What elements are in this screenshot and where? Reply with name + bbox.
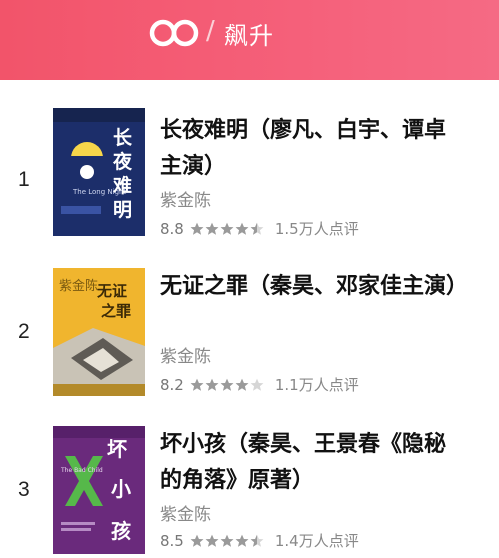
rating-stars xyxy=(190,378,265,392)
star-icon xyxy=(205,534,219,547)
star-icon xyxy=(250,222,264,235)
book-cover-3[interactable]: 坏 小 孩 The Bad Child xyxy=(53,426,145,554)
book-cover-1[interactable]: The Long Night 长 夜 难 明 xyxy=(53,108,145,236)
page-title: 飙升 xyxy=(224,22,274,50)
rating-row: 8.8 1.5万人点评 xyxy=(160,218,359,239)
star-icon xyxy=(250,378,264,391)
book-author[interactable]: 紫金陈 xyxy=(160,186,211,211)
svg-text:The Bad Child: The Bad Child xyxy=(60,467,103,474)
book-cover-2[interactable]: 紫金陈 无证 之罪 xyxy=(53,268,145,396)
book-item-2[interactable]: 2 紫金陈 无证 之罪 无证之罪（秦昊、邓家佳主演） 紫金陈 8.2 1.1万人… xyxy=(0,268,499,398)
book-title[interactable]: 坏小孩（秦昊、王景春《隐秘的角落》原著） xyxy=(160,426,460,498)
star-icon xyxy=(250,534,264,547)
svg-text:坏: 坏 xyxy=(107,437,127,461)
rank-number: 3 xyxy=(18,478,30,501)
rating-score: 8.5 xyxy=(160,531,184,550)
svg-text:夜: 夜 xyxy=(112,150,133,173)
star-icon xyxy=(220,222,234,235)
svg-text:之罪: 之罪 xyxy=(101,302,131,320)
star-icon xyxy=(235,222,249,235)
svg-text:小: 小 xyxy=(111,477,131,501)
rating-score: 8.8 xyxy=(160,219,184,238)
star-icon xyxy=(205,378,219,391)
review-count: 1.1万人点评 xyxy=(274,376,359,394)
rating-row: 8.2 1.1万人点评 xyxy=(160,374,359,395)
book-title[interactable]: 长夜难明（廖凡、白宇、谭卓主演） xyxy=(160,112,460,184)
star-icon xyxy=(235,378,249,391)
rating-row: 8.5 1.4万人点评 xyxy=(160,530,359,551)
star-icon xyxy=(220,534,234,547)
star-icon xyxy=(190,378,204,391)
header-separator: / xyxy=(206,16,215,46)
rating-stars xyxy=(190,534,265,548)
star-icon xyxy=(190,534,204,547)
book-author[interactable]: 紫金陈 xyxy=(160,500,211,525)
rank-number: 1 xyxy=(18,168,30,191)
app-logo-icon xyxy=(149,19,199,47)
rating-score: 8.2 xyxy=(160,375,184,394)
svg-text:明: 明 xyxy=(113,199,132,221)
svg-text:孩: 孩 xyxy=(111,519,131,543)
svg-text:长: 长 xyxy=(113,127,133,149)
star-icon xyxy=(235,534,249,547)
rating-stars xyxy=(190,222,265,236)
review-count: 1.5万人点评 xyxy=(274,220,359,238)
star-icon xyxy=(205,222,219,235)
rank-number: 2 xyxy=(18,320,30,343)
svg-text:紫金陈: 紫金陈 xyxy=(59,278,98,294)
book-item-3[interactable]: 3 坏 小 孩 The Bad Child 坏小孩（秦昊、王景春《隐秘的角落》原… xyxy=(0,426,499,556)
review-count: 1.4万人点评 xyxy=(274,532,359,550)
app-header: / 飙升 xyxy=(0,0,499,80)
book-item-1[interactable]: 1 The Long Night 长 夜 难 明 长夜难明（廖凡、白宇、谭卓主演… xyxy=(0,108,499,238)
book-title[interactable]: 无证之罪（秦昊、邓家佳主演） xyxy=(160,268,468,304)
star-icon xyxy=(220,378,234,391)
svg-text:难: 难 xyxy=(112,174,132,197)
book-author[interactable]: 紫金陈 xyxy=(160,342,211,367)
svg-text:无证: 无证 xyxy=(96,282,127,300)
star-icon xyxy=(190,222,204,235)
